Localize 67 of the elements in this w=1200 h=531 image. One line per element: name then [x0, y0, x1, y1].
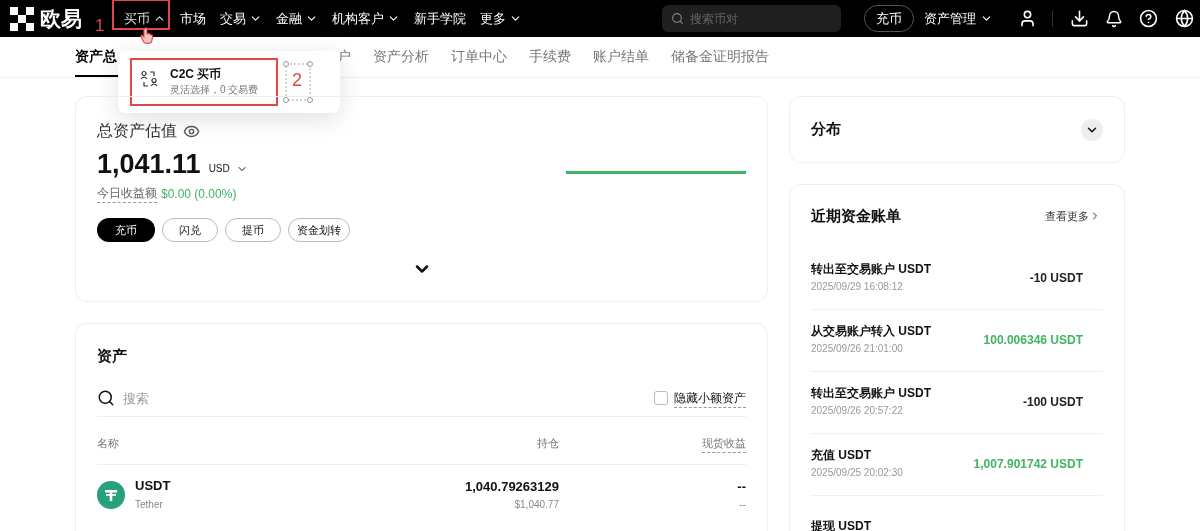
- pnl-label: 今日收益额: [97, 184, 157, 203]
- total-amount: 1,041.11: [97, 148, 201, 181]
- bill-time: 2025/09/26 21:01:00: [811, 342, 904, 356]
- bill-title: 充值 USDT: [811, 447, 872, 464]
- bill-amount: 1,007.901742 USDT: [973, 456, 1083, 473]
- bill-title: 从交易账户转入 USDT: [811, 323, 931, 340]
- bills-title: 近期资金账单: [811, 206, 901, 226]
- bill-time: 2025/09/29 16:08:12: [811, 280, 904, 294]
- help-icon[interactable]: [1139, 9, 1158, 28]
- expand-button[interactable]: [1081, 118, 1103, 141]
- tab[interactable]: 订单中心: [451, 38, 507, 77]
- action-button[interactable]: 充币: [97, 218, 155, 242]
- logo-icon: [10, 6, 34, 31]
- nav-menu-item[interactable]: 金融: [274, 5, 320, 32]
- tab[interactable]: 账户结单: [593, 38, 649, 77]
- bill-amount: -10 USDT: [1029, 270, 1083, 287]
- bill-title: 转出至交易账户 USDT: [811, 261, 931, 278]
- distribution-title: 分布: [811, 119, 841, 140]
- asset-search-field[interactable]: 搜索: [123, 388, 654, 408]
- checkbox[interactable]: [654, 391, 668, 406]
- bill-title: 转出至交易账户 USDT: [811, 385, 931, 402]
- tab[interactable]: 资产分析: [373, 38, 429, 77]
- nav-menu-item[interactable]: 更多: [478, 5, 524, 32]
- asset-management-menu[interactable]: 资产管理: [924, 8, 993, 29]
- download-icon[interactable]: [1070, 9, 1089, 28]
- user-icon[interactable]: [1018, 9, 1037, 28]
- column-header: 持仓: [536, 436, 559, 451]
- hand-cursor-icon: [140, 26, 154, 44]
- globe-icon[interactable]: [1175, 9, 1194, 28]
- people-swap-icon: [140, 70, 158, 88]
- column-header: 名称: [97, 436, 120, 451]
- search-icon: [671, 12, 684, 25]
- bill-time: 2025/09/26 20:57:22: [811, 404, 904, 418]
- search-input[interactable]: 搜索币对: [690, 9, 830, 28]
- holding-amount: 1,040.79263129: [465, 478, 559, 497]
- dashed-frame-drawing: [283, 61, 313, 103]
- spot-pnl: --: [737, 478, 746, 497]
- pnl-value: $0.00 (0.00%): [161, 185, 237, 203]
- search-field[interactable]: 搜索币对: [662, 5, 841, 32]
- logo-text: 欧易: [40, 5, 82, 32]
- search-icon: [97, 389, 115, 408]
- nav-menu-item[interactable]: 新手学院: [412, 5, 468, 32]
- dropdown-item-subtitle: 灵活选择，0 交易费: [170, 83, 259, 97]
- nav-menu-item[interactable]: 市场: [178, 5, 208, 32]
- nav-menu-item[interactable]: 机构客户: [330, 5, 402, 32]
- nav-menu-item[interactable]: 交易: [218, 5, 264, 32]
- coin-icon: [97, 480, 125, 509]
- annotation-number: 1: [95, 17, 105, 34]
- spot-pnl-sub: --: [739, 497, 746, 512]
- dropdown-item-title: C2C 买币: [170, 66, 223, 82]
- asset-name: Tether: [135, 497, 164, 512]
- currency-selector[interactable]: USD: [208, 161, 248, 176]
- tab[interactable]: 储备金证明报告: [671, 38, 769, 77]
- column-header: 现货收益: [702, 435, 746, 453]
- asset-symbol: USDT: [135, 476, 171, 494]
- notification-icon[interactable]: [1105, 9, 1123, 28]
- tab[interactable]: 手续费: [529, 38, 571, 77]
- view-more-link[interactable]: 查看更多: [1045, 208, 1101, 225]
- holding-value: $1,040.77: [514, 497, 559, 512]
- overview-title: 总资产估值: [97, 121, 177, 141]
- hide-small-assets-label: 隐藏小额资产: [674, 388, 746, 408]
- assets-title: 资产: [97, 346, 128, 366]
- annotation-number: 2: [292, 71, 302, 89]
- bill-time: 2025/09/25 20:02:30: [811, 466, 903, 480]
- bill-amount: 100.006346 USDT: [983, 332, 1083, 349]
- dropdown-item[interactable]: C2C 买币 灵活选择，0 交易费: [130, 58, 278, 106]
- bill-amount: -100 USDT: [1022, 394, 1083, 411]
